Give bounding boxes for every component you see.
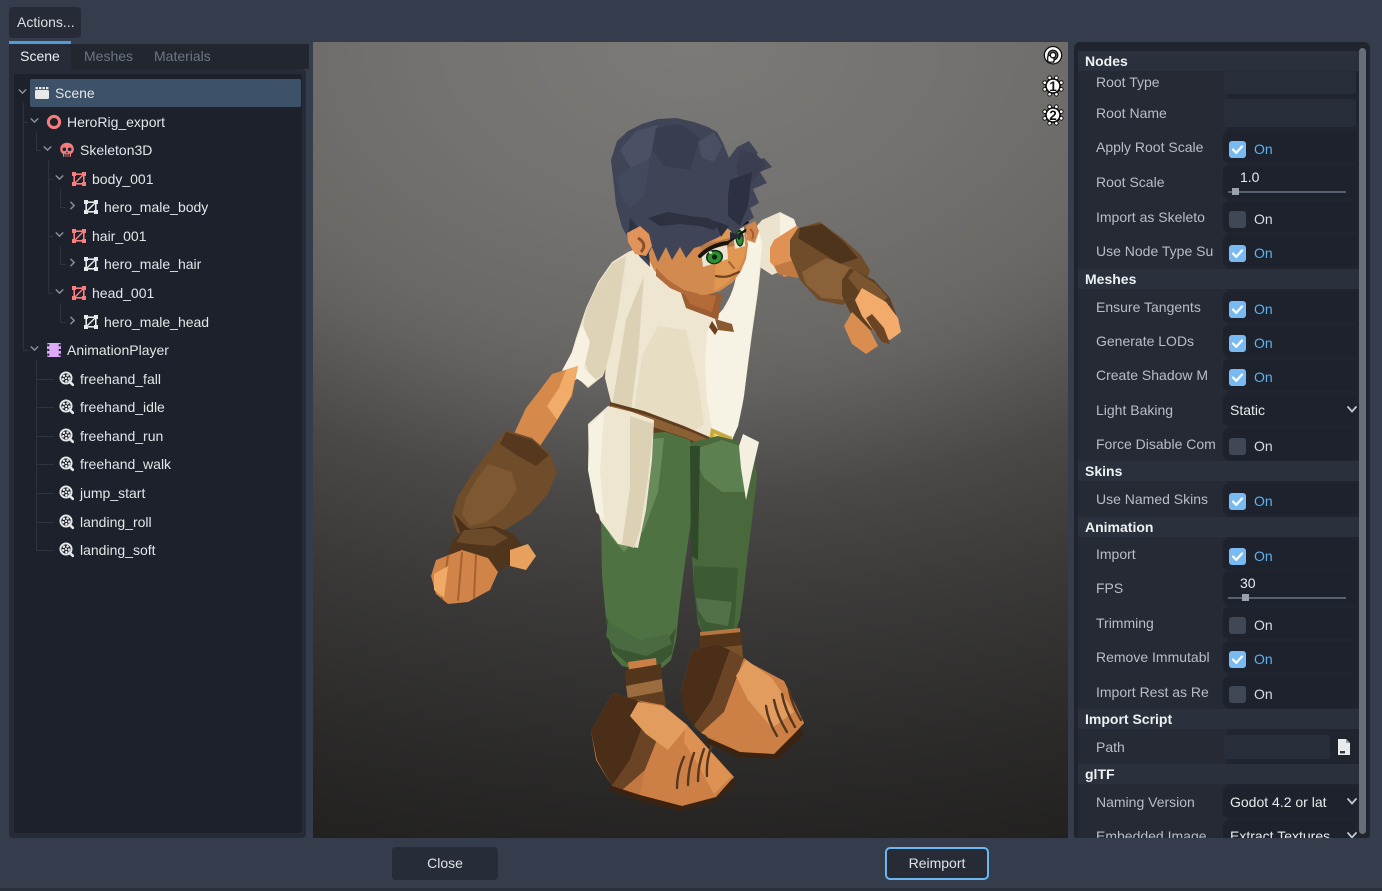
svg-text:1: 1 <box>1049 79 1057 94</box>
svg-text:2: 2 <box>1049 108 1057 123</box>
